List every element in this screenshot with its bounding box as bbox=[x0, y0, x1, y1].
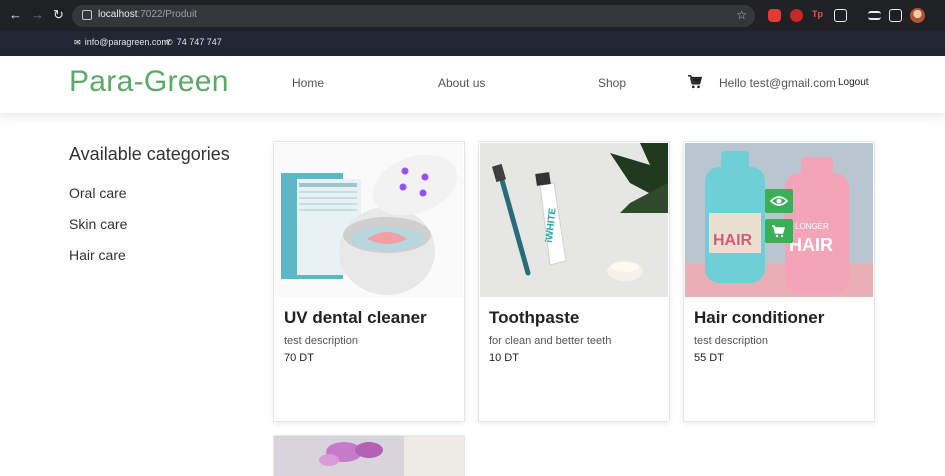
contact-email-text: info@paragreen.com bbox=[84, 37, 169, 47]
view-product-button[interactable] bbox=[765, 189, 793, 213]
mail-icon: ✉ bbox=[74, 38, 81, 47]
product-image[interactable]: iWHITE bbox=[480, 143, 668, 297]
product-description: test description bbox=[284, 335, 358, 347]
contact-email: ✉ info@paragreen.com bbox=[74, 37, 169, 47]
brand-logo[interactable]: Para-Green bbox=[69, 65, 229, 99]
product-card[interactable]: iWHITE Toothpaste for clean and better t… bbox=[479, 142, 669, 421]
nav-home[interactable]: Home bbox=[292, 76, 324, 90]
categories-heading: Available categories bbox=[69, 144, 230, 164]
add-to-cart-icon bbox=[772, 225, 786, 238]
star-icon[interactable]: ☆ bbox=[736, 8, 747, 22]
product-card[interactable]: HAIR HAIR LONGER Hair conditioner test d… bbox=[684, 142, 874, 421]
product-description: test description bbox=[694, 335, 768, 347]
profile-avatar[interactable] bbox=[910, 8, 925, 23]
product-image[interactable]: HAIR HAIR LONGER bbox=[685, 143, 873, 297]
category-hair-care[interactable]: Hair care bbox=[69, 247, 126, 263]
cart-icon[interactable] bbox=[688, 75, 702, 89]
extensions-tray: Tp bbox=[760, 0, 945, 31]
category-oral-care[interactable]: Oral care bbox=[69, 185, 127, 201]
puzzle-icon[interactable] bbox=[834, 9, 847, 22]
product-image[interactable] bbox=[274, 436, 464, 476]
svg-text:HAIR: HAIR bbox=[789, 235, 833, 255]
eye-icon bbox=[769, 196, 789, 206]
product-price: 70 DT bbox=[284, 352, 314, 364]
product-description: for clean and better teeth bbox=[489, 335, 612, 347]
site-settings-icon[interactable] bbox=[82, 10, 92, 20]
user-greeting: Hello test@gmail.com bbox=[719, 76, 836, 90]
media-icon[interactable] bbox=[868, 11, 881, 20]
url-text: localhost:7022/Produit bbox=[98, 9, 197, 20]
product-price: 10 DT bbox=[489, 352, 519, 364]
reload-icon[interactable]: ↻ bbox=[53, 8, 64, 22]
back-icon[interactable]: ← bbox=[9, 8, 22, 22]
contact-bar: ✉ info@paragreen.com ✆ 74 747 747 bbox=[0, 31, 945, 56]
phone-icon: ✆ bbox=[166, 38, 173, 47]
nav-shop[interactable]: Shop bbox=[598, 76, 626, 90]
url-path: :7022/Produit bbox=[137, 9, 197, 20]
extension-icon[interactable]: Tp bbox=[812, 9, 825, 22]
add-to-cart-button[interactable] bbox=[765, 219, 793, 243]
side-panel-icon[interactable] bbox=[889, 9, 902, 22]
url-host: localhost bbox=[98, 9, 138, 20]
extension-icon[interactable] bbox=[790, 9, 803, 22]
browser-toolbar: ← → ↻ localhost:7022/Produit ☆ Tp bbox=[0, 0, 945, 31]
svg-text:LONGER: LONGER bbox=[795, 222, 829, 231]
site-header: Para-Green Home About us Shop Hello test… bbox=[0, 56, 945, 113]
forward-icon[interactable]: → bbox=[31, 8, 44, 22]
product-title[interactable]: Toothpaste bbox=[489, 308, 579, 328]
svg-text:HAIR: HAIR bbox=[713, 232, 753, 249]
nav-about[interactable]: About us bbox=[438, 76, 485, 90]
product-title[interactable]: UV dental cleaner bbox=[284, 308, 427, 328]
product-price: 55 DT bbox=[694, 352, 724, 364]
product-image[interactable] bbox=[275, 143, 463, 297]
extension-icon[interactable] bbox=[768, 9, 781, 22]
category-skin-care[interactable]: Skin care bbox=[69, 216, 127, 232]
product-card[interactable] bbox=[274, 436, 464, 476]
contact-phone-text: 74 747 747 bbox=[176, 37, 222, 47]
address-bar[interactable]: localhost:7022/Produit ☆ bbox=[72, 5, 755, 27]
contact-phone: ✆ 74 747 747 bbox=[166, 37, 222, 47]
product-title[interactable]: Hair conditioner bbox=[694, 308, 824, 328]
product-card[interactable]: UV dental cleaner test description 70 DT bbox=[274, 142, 464, 421]
logout-link[interactable]: Logout bbox=[838, 77, 869, 88]
